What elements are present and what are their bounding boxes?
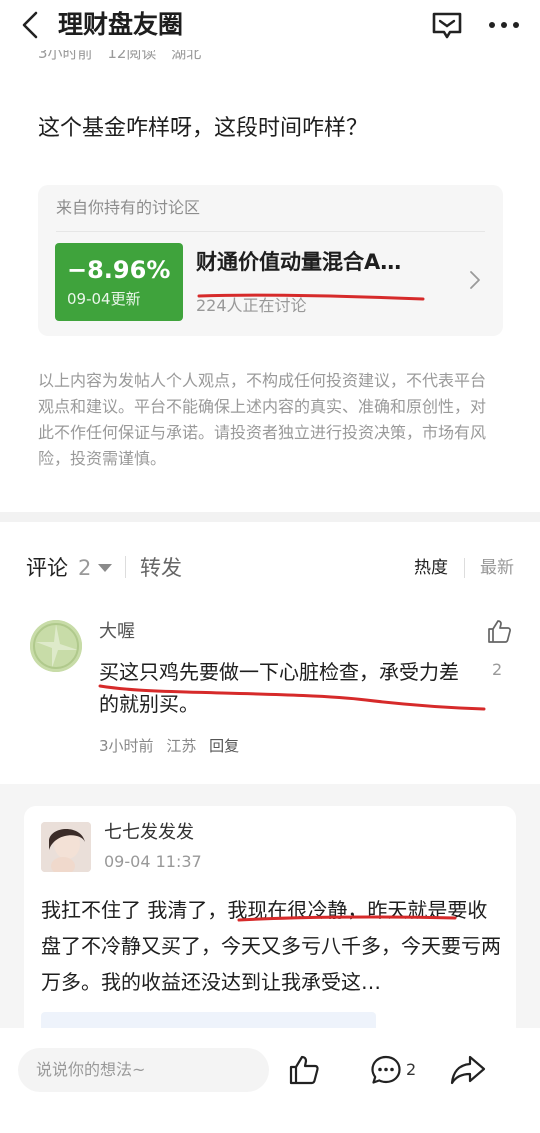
comment-text: 买这只鸡先要做一下心脏检查，承受力差的就别买。 xyxy=(99,660,459,716)
sort-by-new[interactable]: 最新 xyxy=(480,556,514,580)
tab-forwards[interactable]: 转发 xyxy=(140,554,182,582)
commenter-name[interactable]: 大喔 xyxy=(99,620,135,644)
comment-location: 江苏 xyxy=(166,737,197,755)
reply-button[interactable]: 回复 xyxy=(209,737,239,755)
reposter-name[interactable]: 七七发发发 xyxy=(104,820,194,846)
comment-input[interactable]: 说说你的想法~ xyxy=(18,1048,269,1092)
chevron-right-icon xyxy=(470,271,480,289)
post-time: 3小时前 xyxy=(38,50,93,62)
chevron-left-icon[interactable] xyxy=(14,8,48,42)
chat-square-icon[interactable] xyxy=(430,8,464,42)
comment-time: 3小时前 xyxy=(99,737,154,755)
comments-count: 2 xyxy=(78,556,92,580)
comment-count: 2 xyxy=(406,1060,417,1079)
caret-down-icon[interactable] xyxy=(98,564,112,572)
tab-comments[interactable]: 评论 xyxy=(26,554,68,582)
post-location: 湖北 xyxy=(171,50,202,62)
avatar[interactable] xyxy=(30,620,82,672)
fund-discussing-count: 224人正在讨论 xyxy=(196,296,307,315)
avatar[interactable] xyxy=(41,822,91,872)
divider xyxy=(125,556,126,578)
comment-item: 大喔 买这只鸡先要做一下心脏检查，承受力差的就别买。 3小时前 江苏 回复 2 xyxy=(0,600,540,784)
comment-tabs: 评论 2 转发 热度 最新 xyxy=(0,522,540,600)
fund-card[interactable]: 来自你持有的讨论区 −8.96% 09-04更新 财通价值动量混合A… 224人… xyxy=(38,185,503,336)
like-count: 2 xyxy=(492,660,503,679)
thumbs-up-icon[interactable] xyxy=(288,1054,320,1086)
disclaimer-text: 以上内容为发帖人个人观点，不构成任何投资建议，不代表平台观点和建议。平台不能确保… xyxy=(38,371,487,468)
divider xyxy=(56,231,485,232)
avatar-image xyxy=(41,822,91,872)
fund-update-date: 09-04更新 xyxy=(67,290,141,308)
comment-bubble-icon[interactable] xyxy=(370,1054,402,1086)
repost-section: 七七发发发 09-04 11:37 我扛不住了 我清了，我现在很冷静，昨天就是要… xyxy=(0,784,540,1046)
share-arrow-icon[interactable] xyxy=(450,1054,486,1086)
comment-meta: 3小时前 江苏 回复 xyxy=(99,736,247,756)
divider xyxy=(464,558,465,578)
post-text: 这个基金咋样呀，这段时间咋样？ xyxy=(38,116,369,141)
repost-text: 我扛不住了 我清了，我现在很冷静，昨天就是要收盘了不冷静又买了，今天又多亏八千多… xyxy=(41,898,501,994)
fund-change-badge: −8.96% 09-04更新 xyxy=(55,243,183,321)
section-gap xyxy=(0,512,540,522)
fund-source-label: 来自你持有的讨论区 xyxy=(56,198,201,217)
post-reads: 12阅读 xyxy=(107,50,157,62)
more-dots-icon[interactable] xyxy=(484,8,524,42)
fund-name: 财通价值动量混合A… xyxy=(196,250,402,274)
bottom-action-bar: 说说你的想法~ 2 xyxy=(0,1028,540,1133)
post-meta: 3小时前 12阅读 湖北 xyxy=(38,50,211,66)
page-title: 理财盘友圈 xyxy=(58,10,184,39)
repost-time: 09-04 11:37 xyxy=(104,852,202,871)
repost-card[interactable]: 七七发发发 09-04 11:37 我扛不住了 我清了，我现在很冷静，昨天就是要… xyxy=(24,806,516,1046)
thumbs-up-icon[interactable] xyxy=(486,618,512,644)
fund-change-value: −8.96% xyxy=(67,256,171,284)
top-bar: 理财盘友圈 xyxy=(0,0,540,50)
sort-by-hot[interactable]: 热度 xyxy=(414,556,448,580)
avatar-image xyxy=(30,620,82,672)
